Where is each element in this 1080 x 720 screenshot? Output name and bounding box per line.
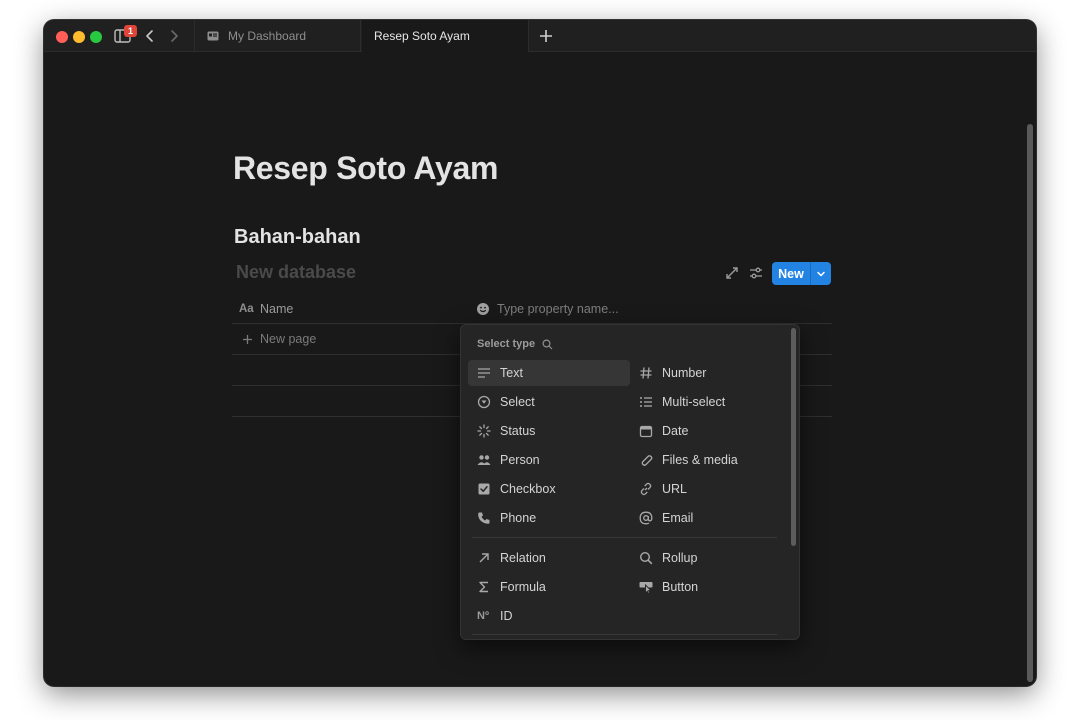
option-label: Checkbox — [500, 482, 556, 496]
new-tab-plus-icon[interactable] — [538, 28, 554, 44]
numero-icon: Nº — [477, 610, 489, 622]
column-name-header[interactable]: Aa Name — [239, 302, 293, 316]
list-icon — [639, 395, 653, 409]
menu-title: Select type — [477, 338, 553, 350]
expand-icon[interactable] — [725, 266, 739, 280]
minimize-window-button[interactable] — [73, 31, 85, 43]
option-label: URL — [662, 482, 688, 496]
section-heading[interactable]: Bahan-bahan — [234, 226, 361, 249]
settings-sliders-icon[interactable] — [749, 266, 763, 280]
option-label: Multi-select — [662, 395, 726, 409]
option-multi-select[interactable]: Multi-select — [631, 389, 787, 415]
zoom-window-button[interactable] — [90, 31, 102, 43]
new-page-label: New page — [260, 332, 317, 346]
option-id[interactable]: Nº ID — [468, 603, 630, 629]
option-label: Files & media — [662, 453, 738, 467]
tab-my-dashboard[interactable]: My Dashboard — [194, 20, 361, 52]
option-label: Rollup — [662, 551, 698, 565]
option-rollup[interactable]: Rollup — [631, 545, 787, 571]
text-type-icon: Aa — [239, 303, 254, 315]
property-name-placeholder: Type property name... — [497, 302, 619, 316]
page-scrollbar-thumb[interactable] — [1027, 124, 1033, 682]
option-label: ID — [500, 609, 513, 623]
select-circle-icon — [477, 395, 491, 409]
new-options-button[interactable] — [811, 262, 831, 285]
back-arrow-icon[interactable] — [142, 28, 158, 44]
option-date[interactable]: Date — [631, 418, 787, 444]
hash-icon — [639, 366, 653, 380]
option-url[interactable]: URL — [631, 476, 787, 502]
phone-icon — [477, 511, 491, 525]
option-label: Email — [662, 511, 694, 525]
option-label: Relation — [500, 551, 546, 565]
option-label: Formula — [500, 580, 546, 594]
option-label: Button — [662, 580, 699, 594]
notification-badge: 1 — [124, 25, 137, 37]
close-window-button[interactable] — [56, 31, 68, 43]
option-phone[interactable]: Phone — [468, 505, 630, 531]
option-label: Select — [500, 395, 535, 409]
plus-icon — [243, 334, 252, 344]
option-formula[interactable]: Formula — [468, 574, 630, 600]
column-name-label: Name — [260, 302, 294, 316]
property-name-input[interactable]: Type property name... — [476, 302, 619, 316]
status-spinner-icon — [477, 424, 491, 438]
link-icon — [639, 482, 653, 496]
tab-label: My Dashboard — [228, 29, 307, 43]
option-relation[interactable]: Relation — [468, 545, 630, 571]
option-number[interactable]: Number — [631, 360, 787, 386]
checkbox-icon — [477, 482, 491, 496]
title-bar: 1 My Dashboard Resep Soto Ayam — [44, 20, 1036, 52]
new-page-button[interactable]: New page — [242, 332, 316, 346]
option-label: Date — [662, 424, 689, 438]
option-label: Number — [662, 366, 707, 380]
option-text[interactable]: Text — [468, 360, 630, 386]
option-person[interactable]: Person — [468, 447, 630, 473]
option-files-media[interactable]: Files & media — [631, 447, 787, 473]
tab-resep-soto-ayam[interactable]: Resep Soto Ayam — [362, 20, 529, 52]
calendar-icon — [639, 424, 653, 438]
browser-window: 1 My Dashboard Resep Soto Ayam Resep Sot… — [44, 20, 1036, 686]
option-checkbox[interactable]: Checkbox — [468, 476, 630, 502]
dashboard-page-icon — [207, 31, 219, 41]
pointer-icon — [639, 580, 653, 594]
people-icon — [477, 453, 491, 467]
magnifier-icon — [639, 551, 653, 565]
at-icon — [639, 511, 653, 525]
emoji-face-icon — [477, 303, 489, 315]
tab-label: Resep Soto Ayam — [374, 29, 470, 43]
database-title-input[interactable]: New database — [236, 262, 356, 283]
menu-divider — [472, 537, 777, 538]
option-label: Person — [500, 453, 540, 467]
text-lines-icon — [477, 366, 491, 380]
sigma-icon — [477, 580, 491, 594]
option-email[interactable]: Email — [631, 505, 787, 531]
menu-divider — [472, 634, 777, 635]
option-label: Status — [500, 424, 536, 438]
arrow-up-right-icon — [477, 551, 491, 565]
option-label: Text — [500, 366, 523, 380]
page-title[interactable]: Resep Soto Ayam — [233, 150, 499, 187]
option-label: Phone — [500, 511, 537, 525]
search-icon[interactable] — [542, 338, 553, 350]
option-select[interactable]: Select — [468, 389, 630, 415]
new-button-group: New — [772, 262, 831, 285]
chevron-down-icon — [817, 271, 825, 276]
property-type-menu: Select type Text Number Select Multi-sel… — [460, 324, 800, 640]
new-button[interactable]: New — [772, 262, 810, 285]
table-header: Aa Name Type property name... — [232, 296, 832, 324]
option-button[interactable]: Button — [631, 574, 787, 600]
menu-title-label: Select type — [477, 338, 536, 350]
forward-arrow-icon[interactable] — [166, 28, 182, 44]
menu-scrollbar-thumb[interactable] — [791, 328, 796, 546]
paperclip-icon — [639, 453, 653, 467]
option-status[interactable]: Status — [468, 418, 630, 444]
